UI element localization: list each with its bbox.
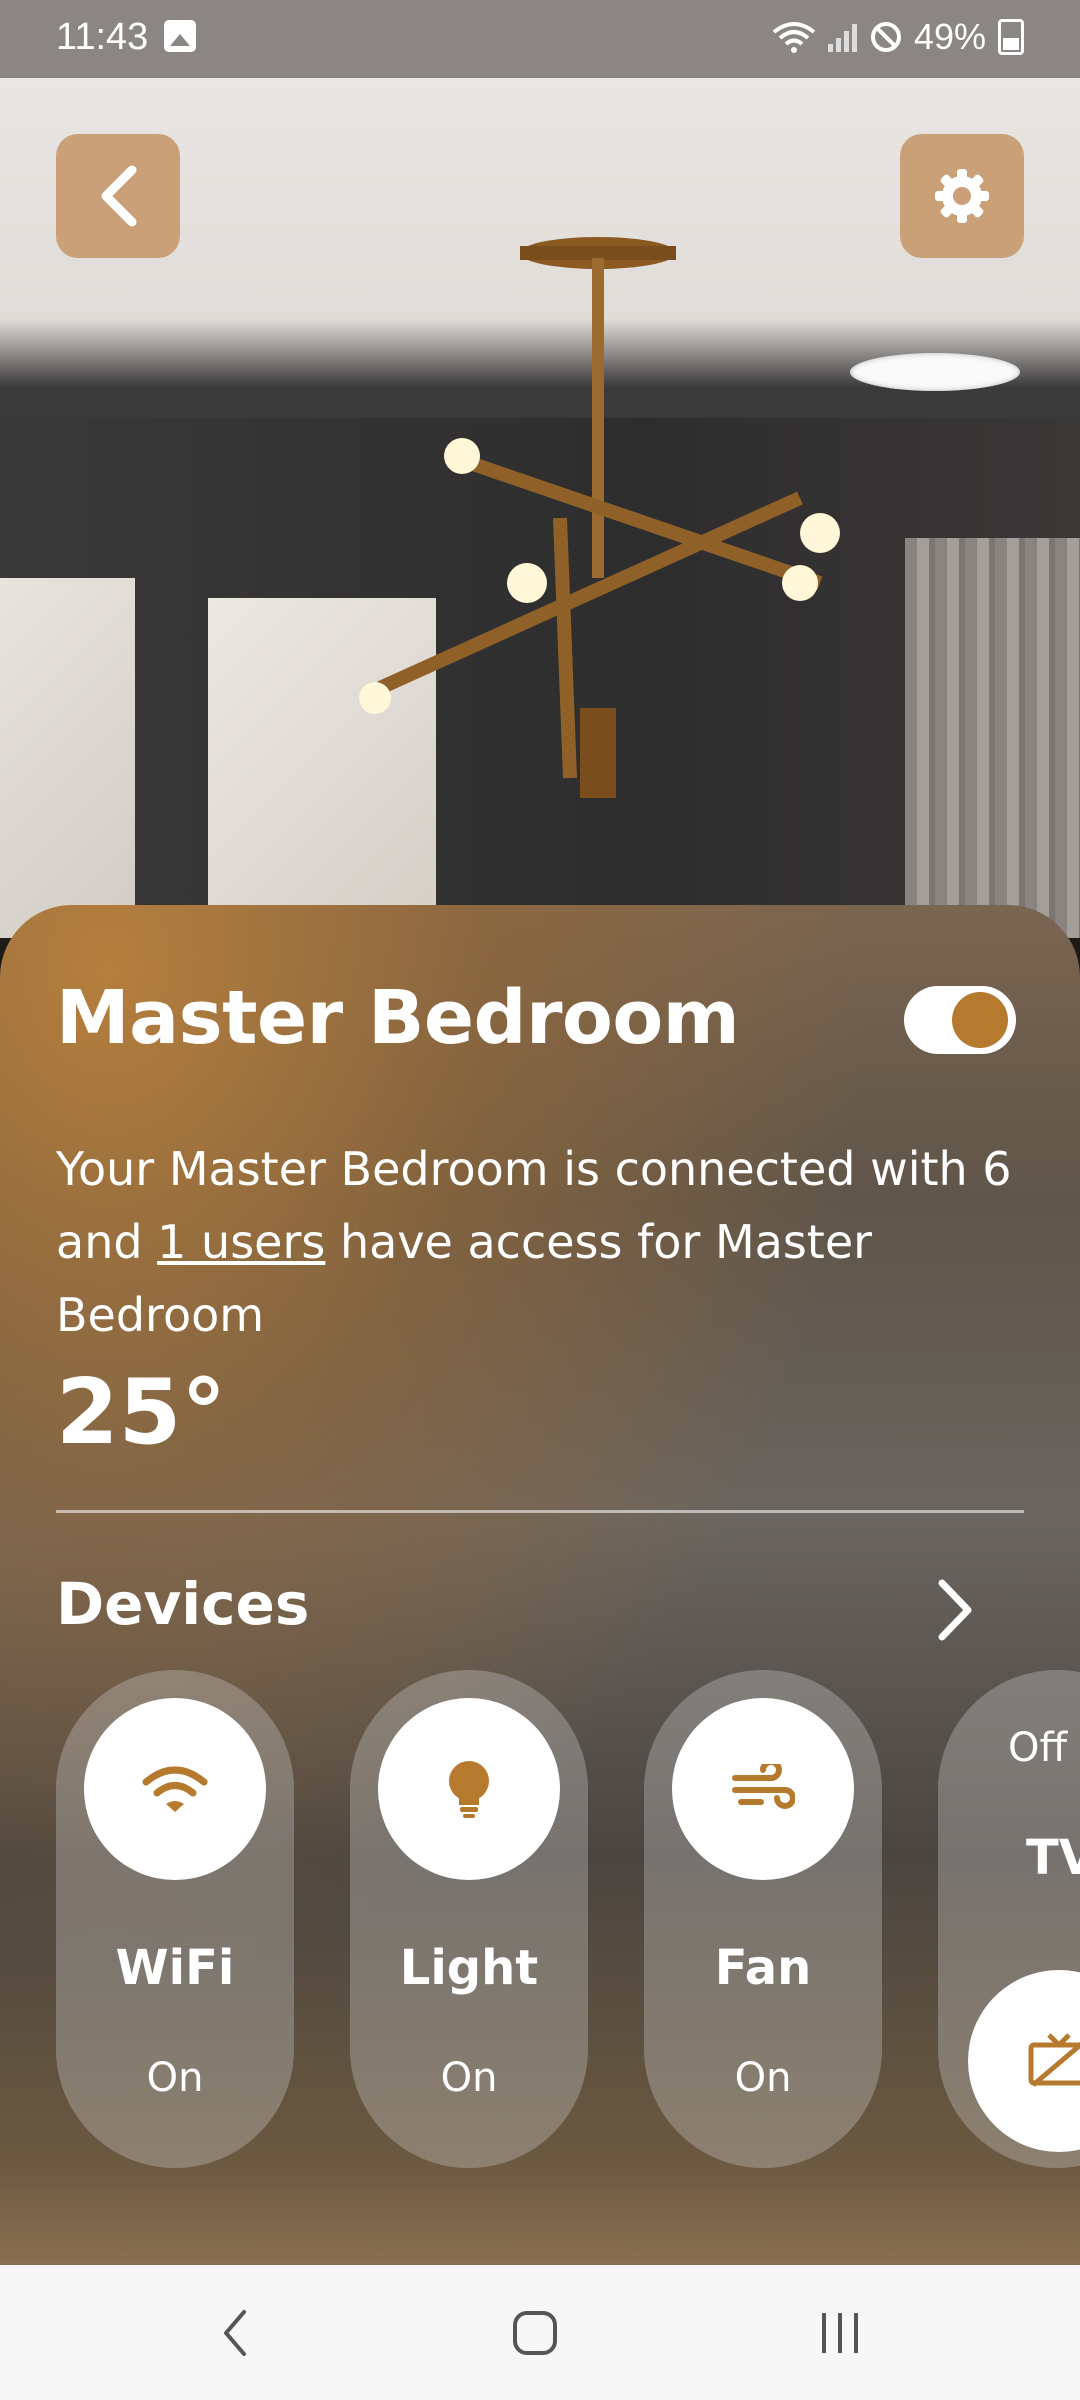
nav-back-icon [224,2309,246,2356]
do-not-disturb-icon [870,22,901,52]
users-link[interactable]: 1 users [157,1215,325,1269]
device-name: Light [399,1940,539,1996]
device-state: On [146,2055,204,2101]
nav-home-icon [513,2310,557,2355]
back-button[interactable] [56,134,180,258]
device-name: WiFi [115,1940,235,1996]
room-power-toggle[interactable] [904,986,1016,1054]
wifi-status-icon [772,22,816,53]
status-icons: 49% [772,16,1024,58]
gallery-notification-icon [164,20,196,52]
toggle-knob [952,992,1008,1048]
device-icon-circle [378,1698,560,1880]
devices-see-all-button[interactable] [930,1575,980,1645]
wifi-icon [142,1766,208,1812]
device-state: On [440,2055,498,2101]
room-description: Your Master Bedroom is connected with 6 … [56,1133,1036,1352]
device-card-light[interactable]: Light On [350,1670,588,2168]
device-name: Fan [714,1940,812,1996]
lightbulb-icon [449,1761,489,1818]
nav-home-button[interactable] [455,2265,615,2400]
wind-icon [732,1764,795,1809]
devices-heading: Devices [56,1570,310,1638]
system-nav-bar [0,2265,1080,2400]
temperature: 25° [56,1360,227,1465]
device-name: TV [1026,1830,1080,1886]
device-state: On [734,2055,792,2101]
nav-recents-icon [822,2312,858,2353]
nav-back-button[interactable] [155,2265,315,2400]
status-time: 11:43 [56,16,149,58]
device-card-tv[interactable]: Off TV [938,1670,1080,2168]
device-card-fan[interactable]: Fan On [644,1670,882,2168]
battery-percent: 49% [913,16,986,57]
device-state: Off [1008,1725,1068,1771]
device-icon-circle [84,1698,266,1880]
status-bar: 11:43 49% [0,0,1080,78]
device-icon-circle [968,1970,1080,2152]
battery-icon [998,19,1024,55]
signal-icon [827,24,857,52]
divider [56,1510,1024,1513]
nav-recents-button[interactable] [760,2265,920,2400]
gear-icon [935,169,989,223]
chevron-left-icon [101,165,137,227]
room-panel: Master Bedroom Your Master Bedroom is co… [0,905,1080,2265]
tv-off-icon [1028,2033,1080,2087]
settings-button[interactable] [900,134,1024,258]
device-card-wifi[interactable]: WiFi On [56,1670,294,2168]
device-icon-circle [672,1698,854,1880]
room-title: Master Bedroom [56,975,740,1061]
